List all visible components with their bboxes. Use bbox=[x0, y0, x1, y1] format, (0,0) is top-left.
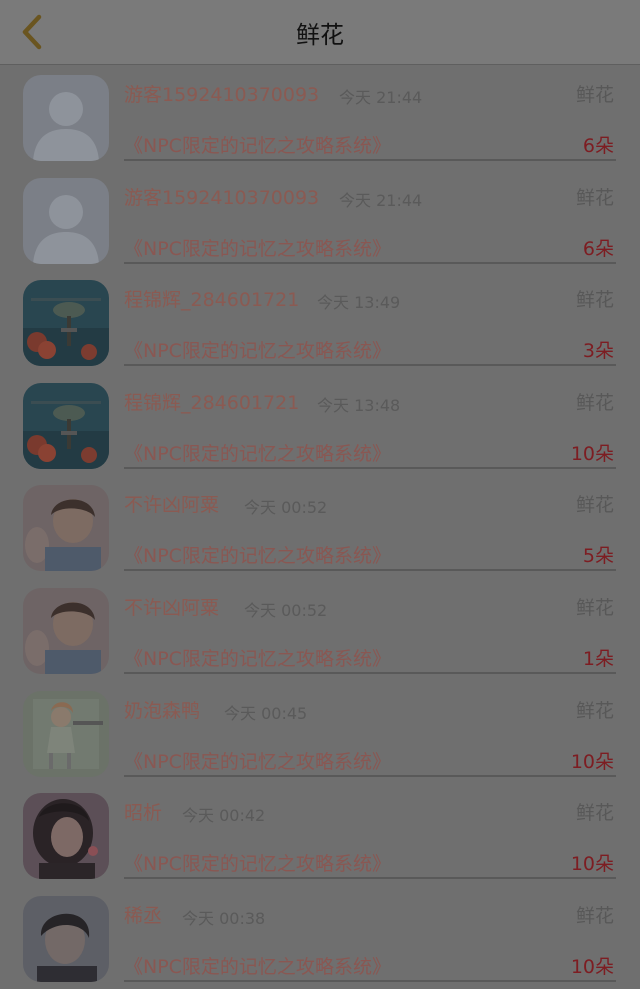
avatar[interactable] bbox=[23, 280, 109, 367]
username[interactable]: 游客1592410370093 bbox=[124, 80, 319, 107]
timestamp: 今天 00:45 bbox=[224, 703, 308, 723]
avatar[interactable] bbox=[23, 895, 109, 982]
avatar[interactable] bbox=[23, 587, 109, 674]
username[interactable]: 奶泡森鸭 bbox=[124, 696, 200, 723]
timestamp: 今天 00:52 bbox=[244, 600, 328, 620]
gift-type-label: 鲜花 bbox=[575, 391, 614, 414]
book-title-link[interactable]: 《NPC限定的记忆之攻略系统》 bbox=[124, 541, 391, 568]
list-item[interactable]: 稀丞 今天 00:38 鲜花《NPC限定的记忆之攻略系统》 10朵 bbox=[0, 887, 640, 989]
list-item[interactable]: 程锦辉_284601721 今天 13:48 鲜花《NPC限定的记忆之攻略系统》 10… bbox=[0, 374, 640, 477]
divider bbox=[124, 364, 616, 367]
avatar[interactable] bbox=[23, 485, 109, 572]
avatar[interactable] bbox=[23, 75, 109, 161]
divider bbox=[124, 261, 616, 264]
divider bbox=[124, 877, 616, 880]
book-title-link[interactable]: 《NPC限定的记忆之攻略系统》 bbox=[124, 849, 391, 876]
list-item[interactable]: 游客1592410370093 今天 21:44 鲜花《NPC限定的记忆之攻略系统》… bbox=[0, 66, 640, 169]
flower-count: 10朵 bbox=[570, 442, 614, 465]
flower-count: 5朵 bbox=[582, 545, 614, 568]
book-title-link[interactable]: 《NPC限定的记忆之攻略系统》 bbox=[124, 644, 391, 671]
divider bbox=[124, 159, 616, 161]
gift-type-label: 鲜花 bbox=[575, 699, 614, 722]
divider bbox=[124, 671, 616, 674]
flower-count: 10朵 bbox=[570, 955, 614, 978]
top-bar: 鲜花 bbox=[0, 0, 640, 65]
divider bbox=[124, 774, 616, 777]
list-item[interactable]: 昭析 今天 00:42 鲜花《NPC限定的记忆之攻略系统》 10朵 bbox=[0, 784, 640, 887]
avatar[interactable] bbox=[23, 177, 109, 264]
flower-count: 6朵 bbox=[582, 135, 614, 157]
list-item[interactable]: 不许凶阿粟 今天 00:52 鲜花《NPC限定的记忆之攻略系统》 1朵 bbox=[0, 579, 640, 682]
book-title-link[interactable]: 《NPC限定的记忆之攻略系统》 bbox=[124, 131, 391, 158]
timestamp: 今天 21:44 bbox=[339, 88, 423, 107]
timestamp: 今天 13:48 bbox=[317, 395, 401, 415]
username[interactable]: 稀丞 bbox=[124, 901, 162, 928]
gift-type-label: 鲜花 bbox=[575, 596, 614, 619]
list-item[interactable]: 奶泡森鸭 今天 00:45 鲜花《NPC限定的记忆之攻略系统》 10朵 bbox=[0, 682, 640, 785]
timestamp: 今天 21:44 bbox=[339, 190, 423, 210]
book-title-link[interactable]: 《NPC限定的记忆之攻略系统》 bbox=[124, 234, 391, 261]
username[interactable]: 昭析 bbox=[124, 798, 162, 825]
gift-type-label: 鲜花 bbox=[575, 186, 614, 209]
page-title: 鲜花 bbox=[296, 20, 344, 49]
avatar[interactable] bbox=[23, 690, 109, 777]
flower-count: 10朵 bbox=[570, 750, 614, 773]
flower-count: 6朵 bbox=[582, 237, 614, 260]
flower-count: 1朵 bbox=[582, 647, 614, 670]
gift-type-label: 鲜花 bbox=[575, 289, 614, 312]
flower-count: 10朵 bbox=[570, 853, 614, 876]
book-title-link[interactable]: 《NPC限定的记忆之攻略系统》 bbox=[124, 439, 391, 466]
list-item[interactable]: 程锦辉_284601721 今天 13:49 鲜花《NPC限定的记忆之攻略系统》 3朵 bbox=[0, 271, 640, 374]
divider bbox=[124, 569, 616, 572]
username[interactable]: 程锦辉_284601721 bbox=[124, 388, 299, 415]
username[interactable]: 游客1592410370093 bbox=[124, 183, 319, 210]
flower-list: 游客1592410370093 今天 21:44 鲜花 《NPC限定的记忆之攻略系统》… bbox=[0, 66, 640, 989]
username[interactable]: 不许凶阿粟 bbox=[124, 593, 219, 620]
avatar[interactable] bbox=[23, 793, 109, 880]
gift-type-label: 鲜花 bbox=[575, 84, 614, 106]
book-title-link[interactable]: 《NPC限定的记忆之攻略系统》 bbox=[124, 952, 391, 979]
divider bbox=[124, 979, 616, 982]
list-item[interactable]: 游客1592410370093 今天 21:44 鲜花《NPC限定的记忆之攻略系统》… bbox=[0, 169, 640, 272]
timestamp: 今天 13:49 bbox=[317, 293, 401, 313]
timestamp: 今天 00:38 bbox=[182, 908, 266, 928]
gift-type-label: 鲜花 bbox=[575, 494, 614, 517]
book-title-link[interactable]: 《NPC限定的记忆之攻略系统》 bbox=[124, 336, 391, 363]
book-title-link[interactable]: 《NPC限定的记忆之攻略系统》 bbox=[124, 747, 391, 774]
flower-count: 3朵 bbox=[582, 340, 614, 363]
avatar[interactable] bbox=[23, 382, 109, 469]
timestamp: 今天 00:42 bbox=[182, 806, 266, 826]
gift-type-label: 鲜花 bbox=[575, 904, 614, 927]
username[interactable]: 程锦辉_284601721 bbox=[124, 285, 299, 312]
timestamp: 今天 00:52 bbox=[244, 498, 328, 518]
username[interactable]: 不许凶阿粟 bbox=[124, 490, 219, 517]
divider bbox=[124, 466, 616, 469]
gift-type-label: 鲜花 bbox=[575, 802, 614, 825]
list-item[interactable]: 不许凶阿粟 今天 00:52 鲜花《NPC限定的记忆之攻略系统》 5朵 bbox=[0, 476, 640, 579]
